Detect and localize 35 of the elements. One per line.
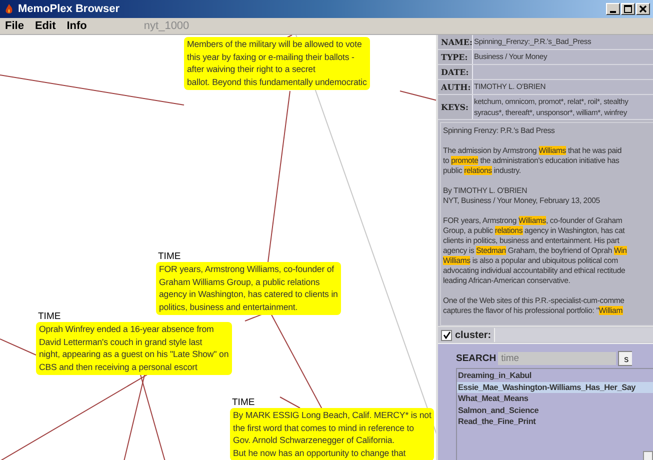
- cluster-field[interactable]: [494, 328, 653, 342]
- flame-icon: [3, 3, 15, 15]
- article-node[interactable]: FOR years, Armstrong Williams, co-founder of Graham Williams Group, a public relations agency in Washington, has catered to clients in politics, business and entertainment.: [156, 262, 341, 315]
- close-icon: [639, 5, 647, 13]
- cluster-checkbox[interactable]: [441, 330, 452, 340]
- menu-item[interactable]: Edit: [34, 20, 56, 32]
- maximize-button[interactable]: [621, 3, 635, 15]
- minimize-button[interactable]: [606, 3, 620, 15]
- node-label: TIME: [158, 251, 181, 262]
- cluster-label: cluster:: [455, 330, 492, 340]
- node-label: TIME: [232, 397, 255, 408]
- collection-name: nyt_1000: [144, 20, 190, 32]
- article-node[interactable]: Oprah Winfrey ended a 16-year absence from David Letterman's couch in grand style last night, appearing as a guest on his "Late Show" on CBS and then receiving a personal escort: [36, 322, 232, 375]
- node-label: TIME: [38, 311, 61, 322]
- result-item[interactable]: Read_the_Fine_Print: [457, 416, 653, 428]
- close-button[interactable]: [636, 3, 650, 15]
- field-label: NAME:: [440, 36, 472, 49]
- field-label: TYPE:: [440, 51, 469, 64]
- field-label: AUTH:: [440, 81, 472, 94]
- menu-item[interactable]: File: [5, 20, 24, 32]
- article-node[interactable]: By MARK ESSIG Long Beach, Calif. MERCY* is not the first word that comes to mind in reference to Gov. Arnold Schwarzenegger of California. But he now has an opportunity to change that: [230, 408, 434, 460]
- field-label: DATE:: [440, 66, 470, 79]
- scrollbar[interactable]: [643, 451, 653, 460]
- result-item[interactable]: Dreaming_in_Kabul: [457, 370, 653, 382]
- search-label: SEARCH: [456, 353, 496, 364]
- search-button[interactable]: s: [618, 351, 632, 366]
- result-item[interactable]: Salmon_and_Science: [457, 404, 653, 416]
- field-label: KEYS:: [440, 101, 470, 114]
- result-item[interactable]: Essie_Mae_Washington-Williams_Has_Her_Say: [457, 382, 653, 393]
- result-item[interactable]: What_Meat_Means: [457, 393, 653, 404]
- maximize-icon: [624, 5, 632, 13]
- edge-line: [0, 338, 36, 356]
- menu-item[interactable]: Info: [66, 20, 87, 32]
- article-node[interactable]: Members of the military will be allowed to vote this year by faxing or e-mailing their ballots - after waiving their right to a secret ballot. Beyond this fundamentally undemocratic: [184, 37, 370, 90]
- window-title: MemoPlex Browser: [18, 3, 120, 15]
